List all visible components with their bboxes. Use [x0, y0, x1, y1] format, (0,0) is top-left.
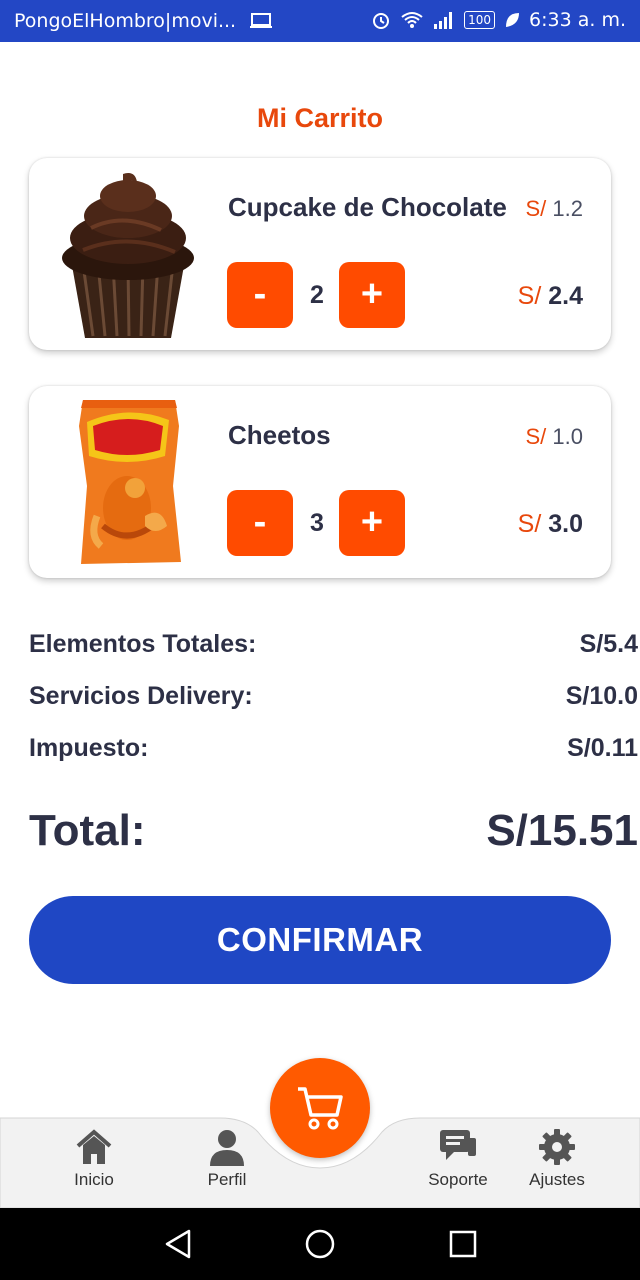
cupcake-image [62, 173, 194, 338]
nav-label: Inicio [74, 1170, 114, 1189]
increase-quantity-button[interactable]: + [339, 262, 405, 328]
carrier-name: PongoElHombro|movi... [14, 10, 237, 32]
user-icon [210, 1130, 244, 1166]
back-icon[interactable] [163, 1228, 193, 1260]
home-icon [76, 1129, 112, 1164]
signal-icon [434, 12, 453, 29]
increase-quantity-button[interactable]: + [339, 490, 405, 556]
summary-delivery-row: Servicios Delivery: S/10.0 [29, 682, 638, 711]
cheetos-bag-image [79, 400, 181, 564]
nav-item-ajustes[interactable]: Ajustes [497, 1128, 617, 1190]
confirm-button[interactable]: CONFIRMAR [29, 896, 611, 984]
battery-indicator: 100 [464, 11, 496, 29]
home-circle-icon[interactable] [304, 1228, 336, 1260]
summary-items-row: Elementos Totales: S/5.4 [29, 630, 638, 659]
unit-price: S/ 1.0 [525, 424, 583, 449]
chat-icon [440, 1130, 476, 1160]
summary-tax-row: Impuesto: S/0.11 [29, 734, 638, 763]
cast-icon [250, 13, 273, 28]
item-subtotal: S/ 2.4 [517, 282, 583, 310]
wifi-icon [401, 12, 423, 28]
summary-label: Impuesto: [29, 734, 149, 762]
gear-icon [539, 1129, 575, 1165]
leaf-icon [506, 13, 520, 27]
cart-item-card: Cheetos S/ 1.0 - 3 + S/ 3.0 [29, 386, 611, 578]
alarm-icon [373, 13, 390, 29]
nav-label: Ajustes [529, 1170, 585, 1189]
status-bar: PongoElHombro|movi... 100 6:33 a. m. [0, 0, 640, 42]
summary-value: S/10.0 [565, 682, 638, 710]
item-subtotal: S/ 3.0 [517, 510, 583, 538]
unit-price: S/ 1.2 [525, 196, 583, 221]
quantity-value: 3 [310, 509, 324, 537]
total-value: S/15.51 [486, 806, 638, 855]
cart-fab-button[interactable] [270, 1058, 370, 1158]
summary-value: S/5.4 [579, 630, 638, 658]
system-nav-bar [0, 1208, 640, 1280]
cart-item-card: Cupcake de Chocolate S/ 1.2 - 2 + S/ 2.4 [29, 158, 611, 350]
summary-label: Elementos Totales: [29, 630, 257, 658]
item-name: Cupcake de Chocolate [228, 192, 507, 222]
decrease-quantity-button[interactable]: - [227, 490, 293, 556]
item-name: Cheetos [228, 420, 331, 450]
cart-icon [298, 1087, 343, 1130]
quantity-value: 2 [310, 281, 324, 309]
nav-label: Perfil [207, 1170, 247, 1189]
total-row: Total: S/15.51 [29, 806, 638, 856]
summary-label: Servicios Delivery: [29, 682, 253, 710]
recents-icon[interactable] [448, 1229, 478, 1259]
page-title: Mi Carrito [256, 103, 383, 133]
nav-item-perfil[interactable]: Perfil [167, 1128, 287, 1190]
summary-value: S/0.11 [567, 734, 638, 762]
decrease-quantity-button[interactable]: - [227, 262, 293, 328]
nav-item-inicio[interactable]: Inicio [34, 1128, 154, 1190]
total-label: Total: [29, 806, 146, 855]
nav-label: Soporte [428, 1170, 488, 1189]
clock: 6:33 a. m. [529, 9, 626, 31]
